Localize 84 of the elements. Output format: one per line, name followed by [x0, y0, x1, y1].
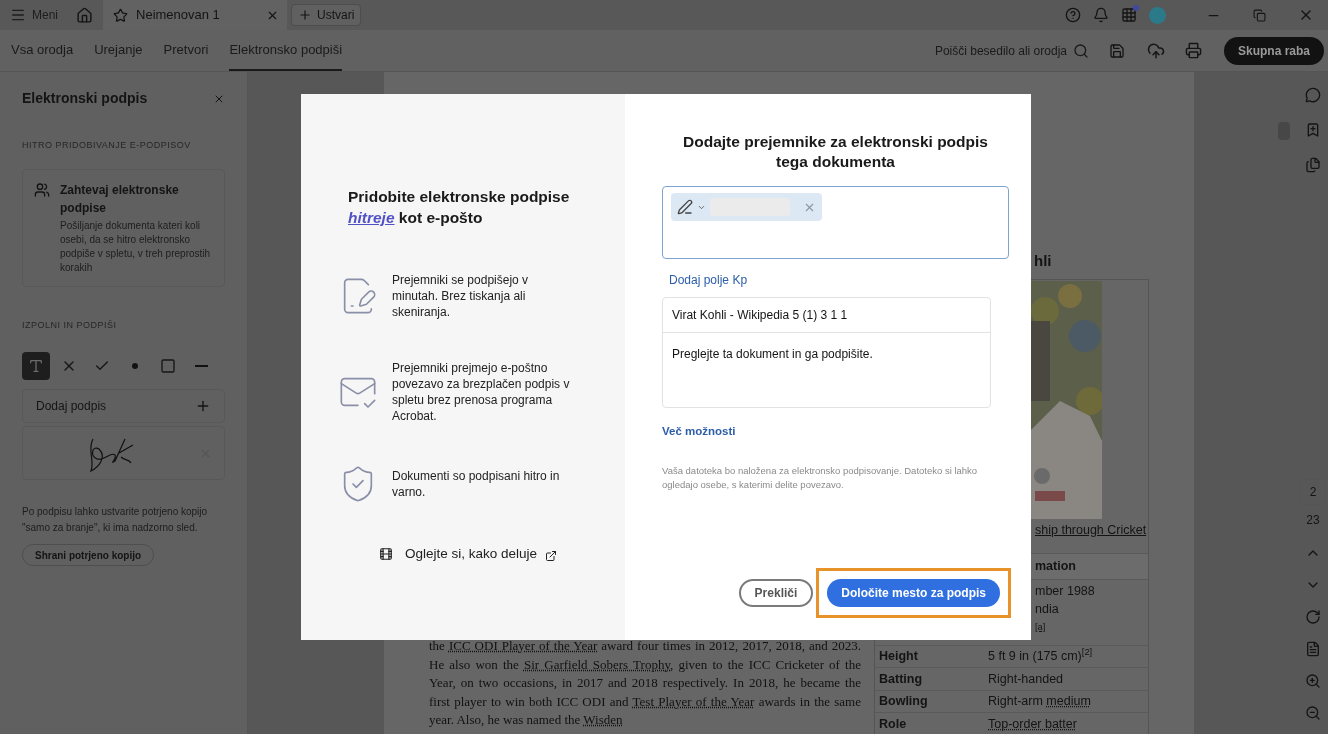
print-icon[interactable] [1184, 42, 1202, 59]
subject-field[interactable]: Virat Kohli - Wikipedia 5 (1) 3 1 1 [663, 298, 990, 333]
pen-icon [677, 199, 693, 215]
feature-text: Dokumenti so podpisani hitro in varno. [392, 468, 561, 500]
share-button[interactable]: Skupna raba [1223, 36, 1324, 65]
infobox-header: mation [1035, 559, 1076, 574]
reference-link[interactable]: [2] [1081, 647, 1093, 658]
card-description: Pošiljanje dokumenta kateri koli osebi, da se hitro elektronsko podpiše v spletu, v treh preprostih korakih [60, 218, 212, 275]
plus-icon [298, 8, 312, 22]
infobox-label: Bowling [878, 693, 929, 711]
recipients-field[interactable] [662, 186, 1009, 259]
search-button[interactable]: Poišči besedilo ali orodja [934, 41, 1089, 60]
create-button[interactable]: Ustvari [291, 4, 362, 26]
more-options-link[interactable]: Več možnosti [662, 423, 1009, 441]
pages-icon[interactable] [1305, 157, 1321, 173]
help-icon[interactable] [1065, 7, 1081, 23]
infobox-title: hli [1034, 251, 1052, 271]
reference-link[interactable]: [a] [1035, 622, 1046, 633]
add-signature-button[interactable]: Dodaj podpis [22, 389, 225, 423]
external-link-icon [545, 550, 558, 563]
upload-note: Vaša datoteka bo naložena za elektronsko podpisovanje. Datoteko si lahko ogledajo osebe, s katerimi delite povezavo. [662, 464, 979, 493]
text-field-icon [28, 358, 44, 374]
card-title: Zahtevaj elektronske podpise [60, 181, 180, 217]
zoom-out-icon[interactable] [1305, 705, 1321, 721]
infobox-value: mber 1988 [1035, 583, 1095, 600]
search-icon [1072, 42, 1089, 59]
tool-button[interactable] [22, 352, 50, 380]
link[interactable]: Wisden [583, 712, 623, 727]
infobox-value: Right-arm [988, 694, 1044, 709]
plus-icon [195, 398, 211, 414]
people-icon [34, 181, 50, 198]
place-signature-button[interactable]: Določite mesto za podpis [827, 579, 1000, 607]
rotate-icon[interactable] [1305, 609, 1321, 625]
infobox-label: Role [878, 715, 908, 733]
menu-icon [10, 7, 26, 23]
infobox-label: Batting [878, 670, 924, 688]
star-icon [113, 7, 128, 23]
dialog-title: Dodajte prejemnike za elektronski podpis tega dokumenta [682, 132, 989, 172]
menu-button[interactable]: Meni [0, 0, 66, 30]
toolbar-tab[interactable]: Elektronsko podpiši [229, 30, 343, 71]
apps-icon[interactable] [1121, 7, 1137, 23]
bookmark-icon[interactable] [1305, 122, 1321, 138]
link[interactable]: Sir Garfield Sobers Trophy [524, 656, 671, 672]
page-icon[interactable] [1305, 641, 1321, 657]
toolbar-tab[interactable]: Urejanje [94, 30, 143, 71]
image-caption[interactable]: ship through Cricket [1035, 520, 1147, 540]
add-cc-link[interactable]: Dodaj polje Kp [669, 271, 1009, 289]
panel-title: Elektronski podpis [22, 89, 148, 108]
avatar[interactable] [1149, 6, 1166, 24]
bell-icon[interactable] [1093, 7, 1109, 23]
home-icon [76, 6, 93, 24]
film-icon [379, 547, 393, 562]
faster-link[interactable]: hitreje [348, 209, 395, 226]
message-field[interactable]: Preglejte ta dokument in ga podpišite. [663, 333, 990, 407]
feature-text: Prejemniki se podpišejo v minutah. Brez tiskanja ali skeniranja. [392, 272, 530, 320]
cancel-button[interactable]: Prekliči [738, 579, 814, 607]
line-icon [194, 365, 208, 367]
note-text: Po podpisu lahko ustvarite potrjeno kopijo "samo za branje", ki ima nadzorno sled. [22, 505, 209, 535]
recipient-chip[interactable] [671, 193, 822, 221]
link[interactable]: Test Player of the Year [632, 693, 755, 709]
rectangle-icon [160, 358, 176, 374]
comment-icon[interactable] [1305, 87, 1321, 103]
page-count: 23 [1306, 512, 1320, 529]
tab-title: Neimenovan 1 [136, 6, 221, 25]
link[interactable]: ICC ODI Player of the Year [448, 638, 598, 653]
infobox-label: Height [878, 648, 919, 666]
zoom-in-icon[interactable] [1305, 673, 1321, 689]
feature-text: Prejemniki prejmejo e-poštno povezavo za brezplačen podpis v spletu brez prenosa programa Acrobat. [392, 360, 571, 424]
infobox-value: 5 ft 9 in (175 cm) [988, 649, 1082, 664]
infobox-value: Right-handed [988, 671, 1064, 686]
upload-icon[interactable] [1146, 41, 1165, 60]
dialog-subheading: Pridobite elektronske podpise hitreje kot e-pošto [347, 187, 571, 228]
save-icon[interactable] [1108, 42, 1125, 59]
restore-icon[interactable] [1253, 8, 1266, 22]
how-it-works-link[interactable]: Oglejte si, kako deluje [379, 544, 601, 565]
link[interactable]: Top-order batter [988, 716, 1077, 731]
toolbar-tab[interactable]: Vsa orodja [11, 30, 74, 71]
link[interactable]: medium [1046, 694, 1091, 709]
signature-card[interactable] [22, 426, 225, 480]
request-signatures-card[interactable]: Zahtevaj elektronske podpise Pošiljanje dokumenta kateri koli osebi, da se hitro elektronsko podpiše v spletu, v treh preprostih korakih [22, 168, 225, 287]
infobox-value: ndia [1035, 601, 1059, 618]
document-tab[interactable]: Neimenovan 1 [103, 0, 287, 30]
article-paragraph: the ICC ODI Player of the Year award four times in 2012, 2017, 2018, and 2023. He also won the Sir Garfield Sobers Trophy, given to the ICC Cricketer of the Year, on two occasions, in 2017 and 2018 respectively. In 2018, he became the first player to win both ICC ODI and Test Player of the Year awards in the same year. Also, he was named the Wisden [429, 637, 861, 729]
toolbar-tab[interactable]: Pretvori [163, 30, 209, 71]
